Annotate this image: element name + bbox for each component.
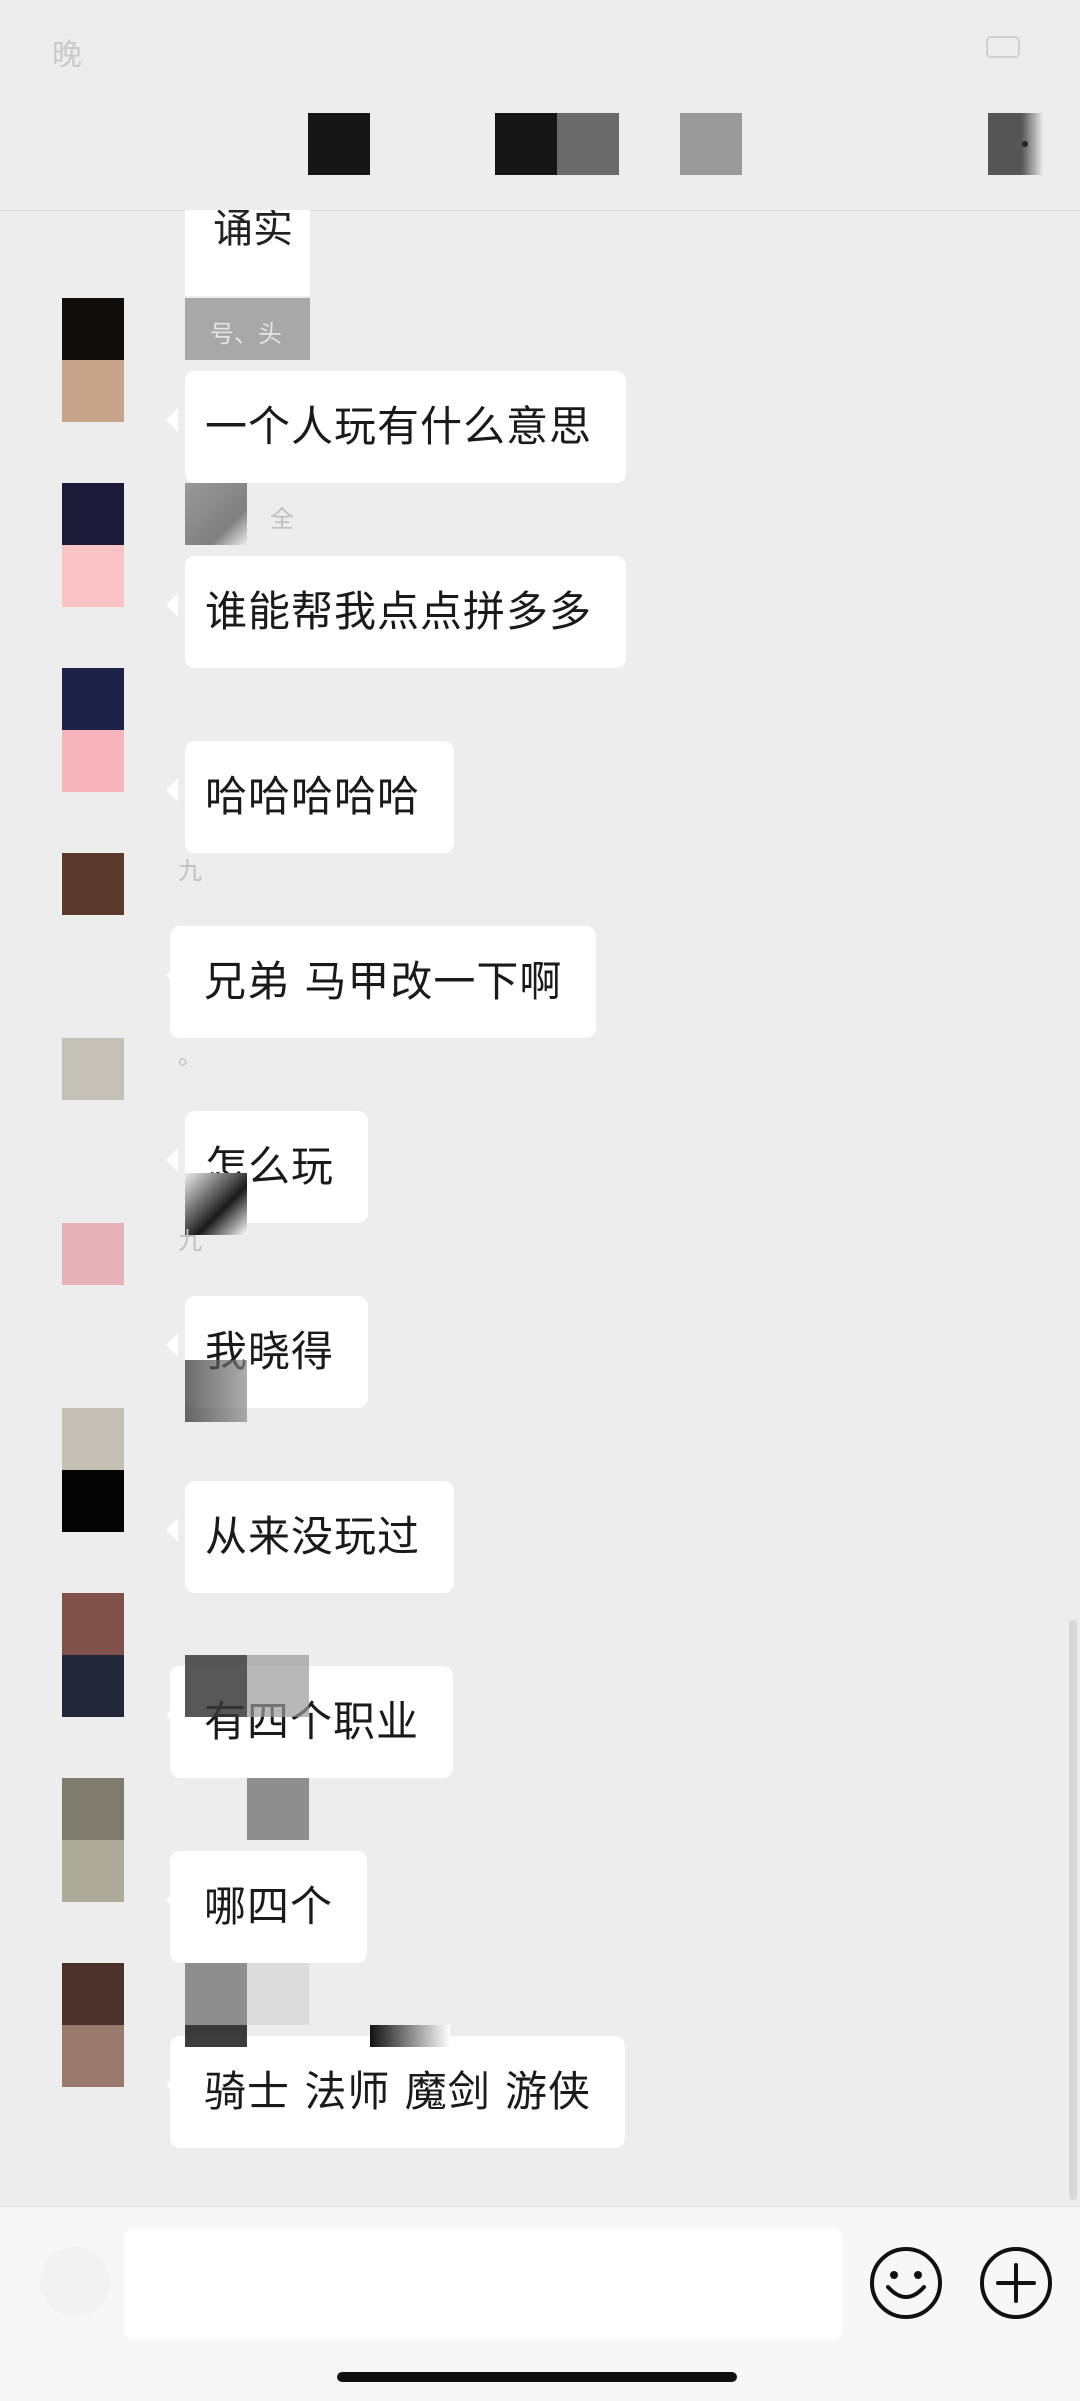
title-bar: [0, 100, 1080, 211]
redacted-block: [370, 2025, 450, 2047]
sender-name: 九: [178, 857, 202, 885]
avatar-top: [62, 668, 124, 730]
message-bubble[interactable]: 骑士 法师 魔剑 游侠: [170, 2036, 626, 2148]
avatar-bottom: [62, 1840, 124, 1902]
avatar-bottom: [62, 545, 124, 607]
bubble-tail: [166, 1333, 178, 1357]
sender-name: 九: [178, 1227, 202, 1255]
avatar-top: [62, 853, 124, 915]
avatar[interactable]: [62, 1963, 124, 2087]
avatar-bottom: [62, 730, 124, 792]
avatar[interactable]: [62, 1038, 124, 1162]
redacted-name-block: [247, 1963, 309, 2025]
message-bubble-partial: 诵实: [185, 210, 310, 296]
sender-name: 号、头: [210, 320, 282, 348]
avatar-bottom: [62, 1100, 124, 1162]
redacted-name-block: [185, 1963, 247, 2025]
avatar[interactable]: [62, 1408, 124, 1532]
avatar-top: [62, 1778, 124, 1840]
scrollbar[interactable]: [1069, 1620, 1077, 2200]
avatar-bottom: [62, 1285, 124, 1347]
avatar-top: [62, 1038, 124, 1100]
more-icon[interactable]: [988, 113, 1044, 175]
redacted-name-block: [185, 483, 247, 545]
message-list[interactable]: 诵实 号、头 一个人玩有什么意思 全 谁能帮我点点拼多多 哈哈哈哈哈 九 兄弟 …: [0, 210, 1080, 2206]
avatar-bottom: [62, 2025, 124, 2087]
sender-name: 全: [270, 505, 294, 533]
message-text: 一个人玩有什么意思: [205, 402, 593, 451]
message-row: 从来没玩过: [0, 1408, 1080, 1593]
avatar-top: [62, 1408, 124, 1470]
avatar-top: [62, 483, 124, 545]
redacted-title-block: [495, 113, 557, 175]
redacted-title-block: [680, 113, 742, 175]
bubble-tail: [166, 1148, 178, 1172]
redacted-block: [247, 1655, 309, 1717]
bubble-tail: [166, 408, 178, 432]
message-row: 九 兄弟 马甲改一下啊: [0, 853, 1080, 1038]
bubble-tail: [166, 593, 178, 617]
message-bubble[interactable]: 哈哈哈哈哈: [185, 741, 455, 853]
message-row: 哪四个: [0, 1778, 1080, 1963]
avatar[interactable]: [62, 853, 124, 977]
message-text: 从来没玩过: [205, 1512, 421, 1561]
message-text: 哪四个: [204, 1882, 334, 1931]
redacted-block: [185, 2025, 247, 2047]
message-text: 骑士 法师 魔剑 游侠: [204, 2067, 592, 2116]
bubble-tail: [166, 1518, 178, 1542]
avatar[interactable]: [62, 1223, 124, 1347]
avatar[interactable]: [62, 1593, 124, 1717]
message-row: 。 怎么玩: [0, 1038, 1080, 1235]
avatar-top: [62, 298, 124, 360]
voice-button[interactable]: [40, 2247, 110, 2317]
smiley-face-icon[interactable]: [868, 2245, 944, 2321]
redacted-title-block: [308, 113, 370, 175]
message-row: 号、头 一个人玩有什么意思: [0, 298, 1080, 483]
message-text: 兄弟 马甲改一下啊: [204, 957, 563, 1006]
message-bubble[interactable]: 一个人玩有什么意思: [185, 371, 627, 483]
battery-icon: [986, 36, 1020, 58]
bubble-tail: [166, 778, 178, 802]
plus-circle-icon[interactable]: [978, 2245, 1054, 2321]
message-row: 骑士 法师 魔剑 游侠: [0, 1963, 1080, 2148]
status-time: 晚: [52, 38, 82, 73]
avatar-top: [62, 1963, 124, 2025]
status-bar: 晚: [0, 0, 1080, 100]
redacted-title-block: [557, 113, 619, 175]
avatar-bottom: [62, 1655, 124, 1717]
redacted-name-block: [247, 1778, 309, 1840]
message-bubble[interactable]: 谁能帮我点点拼多多: [185, 556, 627, 668]
avatar[interactable]: [62, 298, 124, 422]
message-bubble[interactable]: 从来没玩过: [185, 1481, 455, 1593]
message-text: 谁能帮我点点拼多多: [205, 587, 593, 636]
avatar-top: [62, 1223, 124, 1285]
avatar[interactable]: [62, 483, 124, 607]
avatar[interactable]: [62, 1778, 124, 1902]
sender-name: 。: [178, 1042, 202, 1070]
avatar-bottom: [62, 360, 124, 422]
avatar[interactable]: [62, 668, 124, 792]
message-row: 九 我晓得: [0, 1223, 1080, 1422]
home-indicator[interactable]: [337, 2372, 737, 2382]
avatar-bottom: [62, 1470, 124, 1532]
message-row: 全 谁能帮我点点拼多多: [0, 483, 1080, 668]
redacted-block: [185, 1655, 247, 1717]
message-bubble[interactable]: 哪四个: [170, 1851, 368, 1963]
message-bubble[interactable]: 兄弟 马甲改一下啊: [170, 926, 597, 1038]
avatar-bottom: [62, 915, 124, 977]
message-row: 有四个职业: [0, 1593, 1080, 1778]
avatar-top: [62, 1593, 124, 1655]
message-text: 哈哈哈哈哈: [205, 772, 421, 821]
message-input[interactable]: [124, 2229, 842, 2339]
message-text: 诵实: [213, 210, 293, 252]
message-row: 哈哈哈哈哈: [0, 668, 1080, 853]
